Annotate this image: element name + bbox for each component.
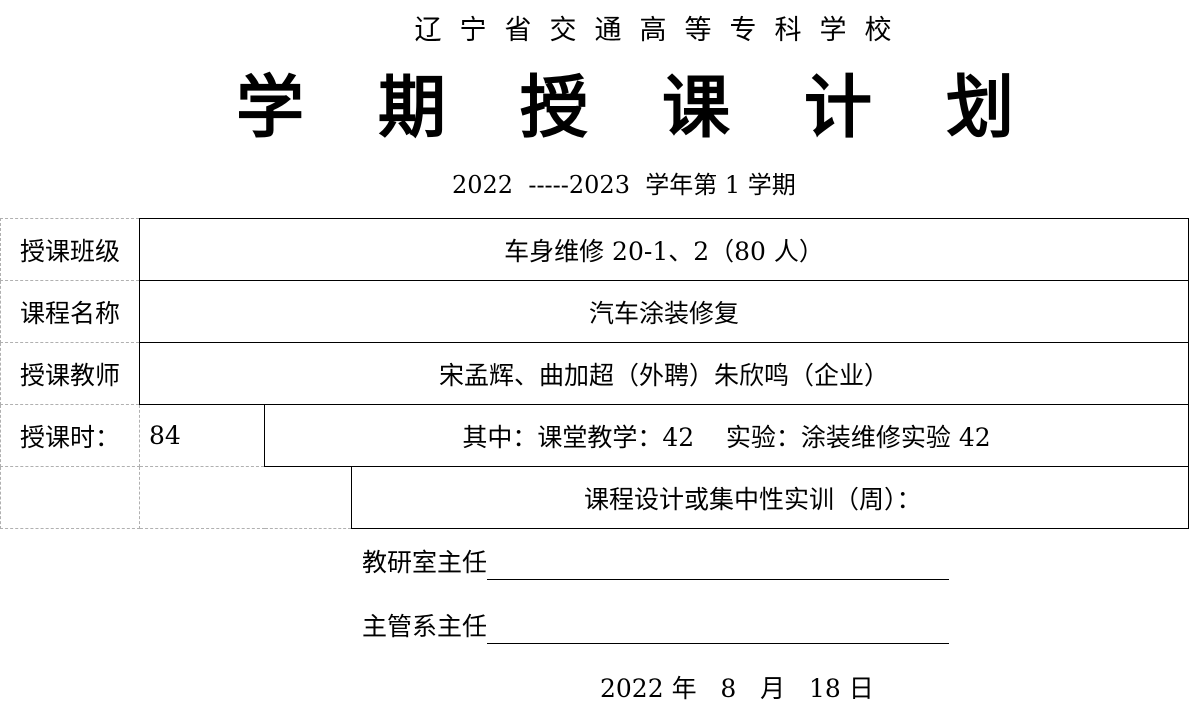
dept-head-signature-line[interactable]	[487, 617, 950, 644]
practice-value	[139, 466, 352, 529]
director-signature: 教研室主任	[362, 546, 950, 580]
table-row: 授课教师 宋孟辉、曲加超（外聘）朱欣鸣（企业）	[0, 342, 1190, 405]
course-label: 课程名称	[0, 280, 140, 343]
document-title: 学期授课计划	[235, 68, 1088, 148]
director-signature-line[interactable]	[487, 553, 950, 580]
hours-value: 84	[139, 404, 265, 467]
practice-label: 课程设计或集中性实训（周）：	[350, 466, 1190, 529]
dept-head-signature: 主管系主任	[362, 610, 950, 644]
school-name: 辽宁省交通高等专科学校	[414, 15, 910, 46]
director-label: 教研室主任	[362, 548, 488, 577]
document-date: 2022 年 8 月 18 日	[600, 674, 874, 703]
class-label: 授课班级	[0, 218, 140, 281]
table-row: 授课时： 84 其中：课堂教学：42 实验：涂装维修实验 42	[0, 404, 1190, 467]
hours-label: 授课时：	[0, 404, 140, 467]
table-row: 课程名称 汽车涂装修复	[0, 280, 1190, 343]
table-row: 课程设计或集中性实训（周）：	[0, 466, 1190, 529]
hours-breakdown: 其中：课堂教学：42 实验：涂装维修实验 42	[263, 404, 1190, 467]
teacher-value: 宋孟辉、曲加超（外聘）朱欣鸣（企业）	[138, 342, 1190, 405]
course-value: 汽车涂装修复	[138, 280, 1190, 343]
class-value: 车身维修 20-1、2（80 人）	[138, 218, 1190, 281]
table-row: 授课班级 车身维修 20-1、2（80 人）	[0, 218, 1190, 281]
course-info-table: 授课班级 车身维修 20-1、2（80 人） 课程名称 汽车涂装修复 授课教师 …	[0, 218, 1190, 529]
practice-empty-cell	[0, 466, 140, 529]
term-line: 2022 -----2023 学年第 1 学期	[452, 171, 796, 199]
teacher-label: 授课教师	[0, 342, 140, 405]
dept-head-label: 主管系主任	[362, 612, 488, 641]
